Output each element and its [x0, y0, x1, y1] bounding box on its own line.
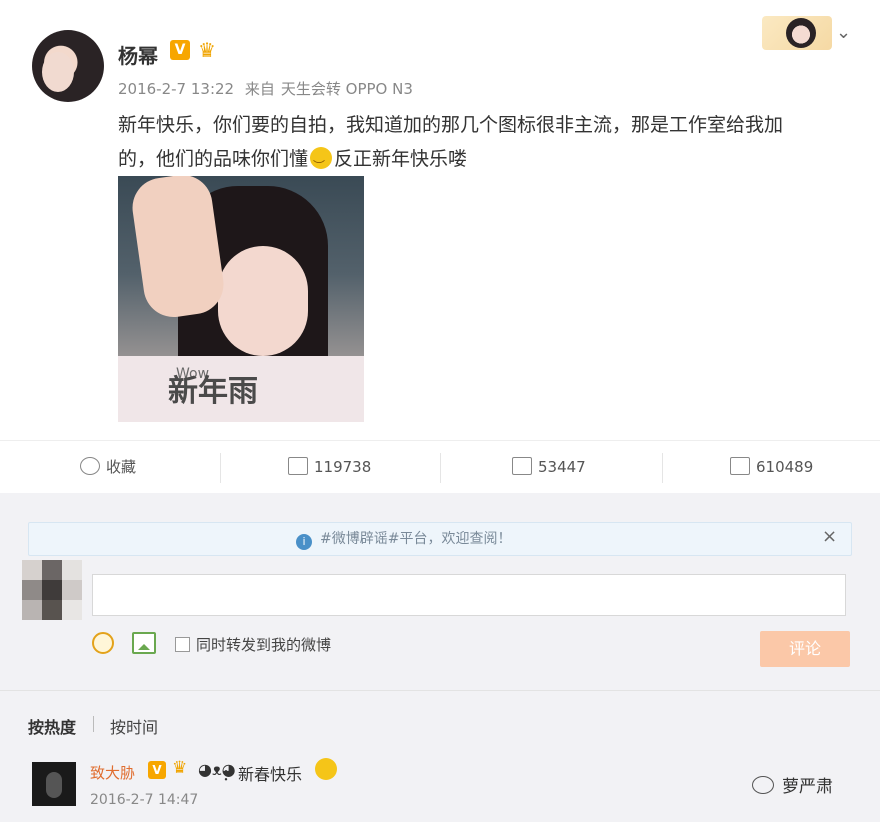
chevron-down-icon[interactable]: ⌄	[836, 22, 851, 43]
post-source[interactable]: 天生会转 OPPO N3	[281, 80, 413, 98]
sort-by-hot-tab[interactable]: 按热度	[28, 714, 76, 738]
sort-by-time-tab[interactable]: 按时间	[110, 714, 158, 738]
favorite-label: 收藏	[106, 458, 137, 476]
commenter-avatar[interactable]	[32, 762, 76, 806]
post-text: 新年快乐，你们要的自拍，我知道加的那几个图标很非主流，那是工作室给我加 的，他们…	[118, 108, 858, 183]
crown-icon: ♛	[172, 758, 188, 778]
verified-badge-icon: V	[148, 761, 166, 779]
post-time[interactable]: 2016-2-7 13:22	[118, 80, 234, 98]
comment-button[interactable]: 53447	[512, 441, 586, 494]
post-text-part-a: 的，他们的品味你们懂	[118, 148, 309, 170]
image-icon[interactable]	[132, 632, 156, 654]
smile-emoji-icon	[310, 147, 333, 183]
watermark-text: 萝严肃	[782, 777, 833, 797]
favorite-button[interactable]: 收藏	[80, 441, 136, 494]
repost-checkbox[interactable]	[175, 637, 190, 652]
post-text-line-2: 的，他们的品味你们懂 反正新年快乐喽	[118, 142, 858, 183]
repost-icon	[288, 457, 308, 475]
post-text-part-b: 反正新年快乐喽	[334, 148, 468, 170]
post-username[interactable]: 杨幂	[118, 40, 158, 69]
emoji-icon	[315, 758, 337, 780]
info-icon: i	[296, 534, 312, 550]
account-avatar[interactable]	[762, 16, 832, 50]
current-user-avatar	[22, 560, 82, 620]
verified-badge-icon: V	[170, 40, 190, 60]
post-action-bar: 收藏 119738 53447 610489	[0, 440, 880, 494]
comment-text: ：新春快乐	[222, 765, 303, 784]
post-source-prefix: 来自	[244, 80, 275, 98]
close-icon[interactable]: ×	[822, 526, 837, 547]
thumbs-up-icon	[730, 457, 750, 475]
submit-comment-button[interactable]: 评论	[760, 631, 850, 667]
emoji-icon[interactable]	[92, 632, 114, 654]
photo-sticker: 新年雨	[168, 374, 258, 409]
user-avatar[interactable]	[32, 30, 104, 102]
post-photo[interactable]: Wow 新年雨	[118, 176, 364, 422]
comment-count: 53447	[538, 458, 586, 476]
crown-icon: ♛	[198, 38, 216, 62]
sort-divider	[93, 716, 94, 732]
comment-input[interactable]	[92, 574, 846, 616]
notice-text[interactable]: i #微博辟谣#平台，欢迎查阅！	[296, 528, 511, 550]
post-meta: 2016-2-7 13:22 来自 天生会转 OPPO N3	[118, 78, 419, 99]
like-count: 610489	[756, 458, 814, 476]
divider	[0, 690, 880, 691]
notice-label: #微博辟谣#平台，欢迎查阅！	[320, 531, 512, 547]
watermark: 萝严肃	[752, 772, 833, 797]
comment-icon	[512, 457, 532, 475]
like-button[interactable]: 610489	[730, 441, 813, 494]
wechat-icon	[752, 776, 774, 794]
commenter-username[interactable]: 致大胁	[90, 762, 135, 783]
star-icon	[80, 457, 100, 475]
repost-button[interactable]: 119738	[288, 441, 371, 494]
repost-count: 119738	[314, 458, 372, 476]
repost-checkbox-label: 同时转发到我的微博	[196, 636, 332, 654]
comment-date[interactable]: 2016-2-7 14:47	[90, 792, 198, 808]
post-text-line-1: 新年快乐，你们要的自拍，我知道加的那几个图标很非主流，那是工作室给我加	[118, 114, 784, 136]
